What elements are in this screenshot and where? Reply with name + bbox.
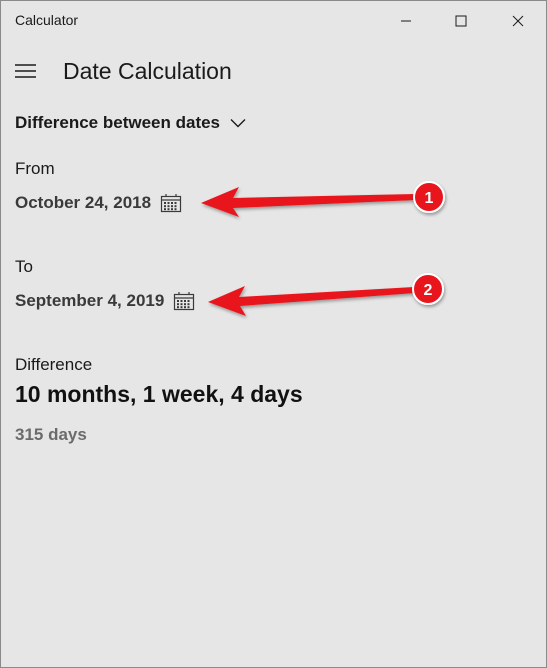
from-date-value: October 24, 2018: [15, 193, 152, 212]
calendar-icon[interactable]: [173, 291, 195, 311]
to-date-value: September 4, 2019: [15, 291, 165, 310]
hamburger-icon: [15, 64, 36, 78]
navigation-menu-button[interactable]: [15, 63, 37, 79]
calculation-mode-dropdown[interactable]: Difference between dates: [15, 113, 246, 133]
app-title: Calculator: [15, 12, 79, 28]
minimize-icon: [401, 20, 411, 22]
maximize-button[interactable]: [438, 1, 484, 41]
maximize-icon: [455, 15, 467, 27]
page-title: Date Calculation: [63, 58, 232, 84]
arrow-1: [201, 187, 416, 217]
annotation-overlay: 1 2: [201, 181, 445, 316]
from-date-picker[interactable]: October 24, 2018: [15, 193, 182, 213]
calculator-window: Calculator Date Calculation Difference b…: [0, 0, 547, 668]
badge-1-number: 1: [425, 190, 434, 207]
close-button[interactable]: [495, 1, 541, 41]
mode-selected-label: Difference between dates: [15, 113, 221, 132]
from-label: From: [15, 159, 55, 178]
minimize-button[interactable]: [383, 1, 429, 41]
calendar-icon[interactable]: [160, 193, 182, 213]
to-label: To: [15, 257, 33, 276]
close-icon: [512, 15, 524, 27]
badge-2: 2: [412, 273, 444, 305]
to-date-picker[interactable]: September 4, 2019: [15, 291, 195, 311]
badge-1: 1: [413, 181, 445, 213]
arrow-2: [208, 286, 415, 316]
difference-label: Difference: [15, 355, 93, 374]
difference-days: 315 days: [15, 425, 87, 444]
title-bar[interactable]: Calculator: [1, 1, 546, 41]
chevron-down-icon: [230, 119, 246, 128]
difference-value: 10 months, 1 week, 4 days: [15, 381, 303, 407]
badge-2-number: 2: [424, 282, 433, 299]
